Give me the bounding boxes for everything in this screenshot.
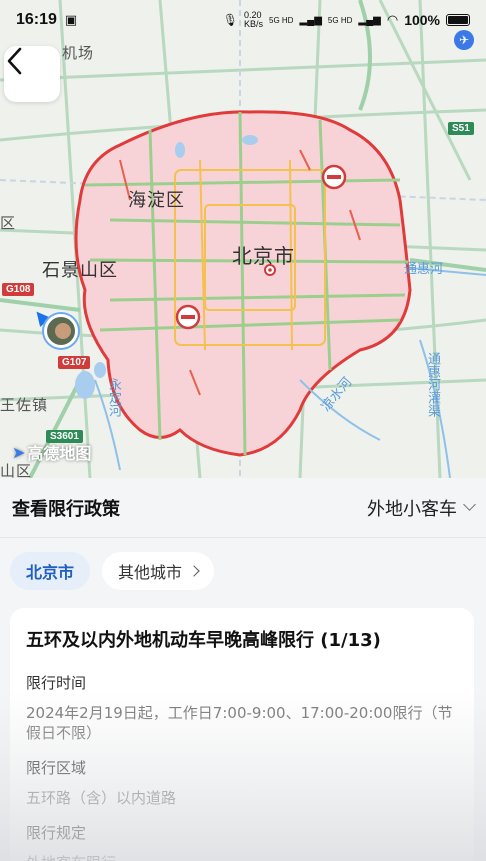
tab-beijing[interactable]: 北京市 <box>10 552 91 590</box>
vehicle-type-dropdown[interactable]: 外地小客车 <box>367 495 476 521</box>
panel-header: 查看限行政策 外地小客车 <box>0 478 486 538</box>
status-bar: 16:19 ▣ 🎙 0.20 KB/s 5G HD ▂▄▆ 5G HD ▂▄▆ … <box>0 0 486 40</box>
back-arrow-icon <box>7 47 22 75</box>
wifi-icon: ◠ <box>386 12 399 27</box>
back-button[interactable] <box>4 46 60 102</box>
beijing-label: 北京市 <box>232 244 295 268</box>
field-label-area: 限行区域 <box>26 759 87 777</box>
vehicle-type-label: 外地小客车 <box>367 498 457 520</box>
restriction-panel: 查看限行政策 外地小客车 北京市 其他城市 五环及以内外地机动车早晚高峰限行 (… <box>0 478 486 861</box>
network-type-1: 5G HD <box>269 15 294 25</box>
status-time: 16:19 <box>16 11 57 28</box>
map-canvas <box>0 0 486 478</box>
signal-icon-2: ▂▄▆ <box>358 14 381 26</box>
field-value-area: 五环路（含）以内道路 <box>26 789 177 807</box>
mic-icon: 🎙 <box>222 13 238 27</box>
policy-title: 五环及以内外地机动车早晚高峰限行 (1/13) <box>26 630 381 651</box>
district-edge-label: 区 <box>0 214 17 232</box>
no-entry-sign <box>175 304 201 330</box>
field-label-time: 限行时间 <box>26 674 87 692</box>
clipboard-icon: ▣ <box>64 12 78 28</box>
haidian-label: 海淀区 <box>128 190 185 211</box>
tonghui-river-label: 通惠河 <box>404 262 444 277</box>
wangzuo-label: 王佐镇 <box>0 396 49 414</box>
panel-title: 查看限行政策 <box>12 498 120 520</box>
no-entry-sign <box>321 164 347 190</box>
field-value-rule: 外地客车限行 <box>26 853 458 861</box>
yongding-river-label: 永定河 <box>106 378 121 417</box>
logo-arrow-icon: ➤ <box>12 442 26 462</box>
tab-beijing-label: 北京市 <box>26 563 75 582</box>
chevron-right-icon <box>188 565 200 577</box>
road-shield-s51: S51 <box>448 122 474 135</box>
map-logo: ➤ 高德地图 <box>12 440 91 464</box>
road-shield-g107: G107 <box>58 356 91 369</box>
field-label-rule: 限行规定 <box>26 824 87 842</box>
road-shield-g108: G108 <box>2 283 35 296</box>
signal-icon: ▂▄▆ <box>299 14 322 26</box>
net-speed-unit: KB/s <box>243 19 263 29</box>
tab-other-cities[interactable]: 其他城市 <box>102 552 215 590</box>
shijingshan-label: 石景山区 <box>42 260 118 281</box>
city-tabs: 北京市 其他城市 <box>0 538 486 590</box>
field-value-time: 2024年2月19日起，工作日7:00-9:00、17:00-20:00限行（节… <box>26 704 453 742</box>
map-view[interactable]: 机场 海淀区 北京市 石景山区 区 王佐镇 山区 通惠河 凉水河 永定河 通惠河… <box>0 0 486 478</box>
battery-icon <box>446 14 470 26</box>
policy-card[interactable]: 五环及以内外地机动车早晚高峰限行 (1/13) 限行时间 2024年2月19日起… <box>10 608 474 861</box>
chevron-down-icon <box>463 498 476 511</box>
network-type-2: 5G HD <box>327 15 353 25</box>
battery-percent: 100% <box>404 12 440 28</box>
airport-label: 机场 <box>62 44 95 62</box>
user-avatar[interactable] <box>44 314 78 348</box>
tonghui-canal-label: 通惠河灌渠 <box>425 352 440 417</box>
logo-text: 高德地图 <box>27 444 92 463</box>
tab-other-cities-label: 其他城市 <box>118 563 183 582</box>
net-speed: 0.20 KB/s <box>244 11 263 29</box>
